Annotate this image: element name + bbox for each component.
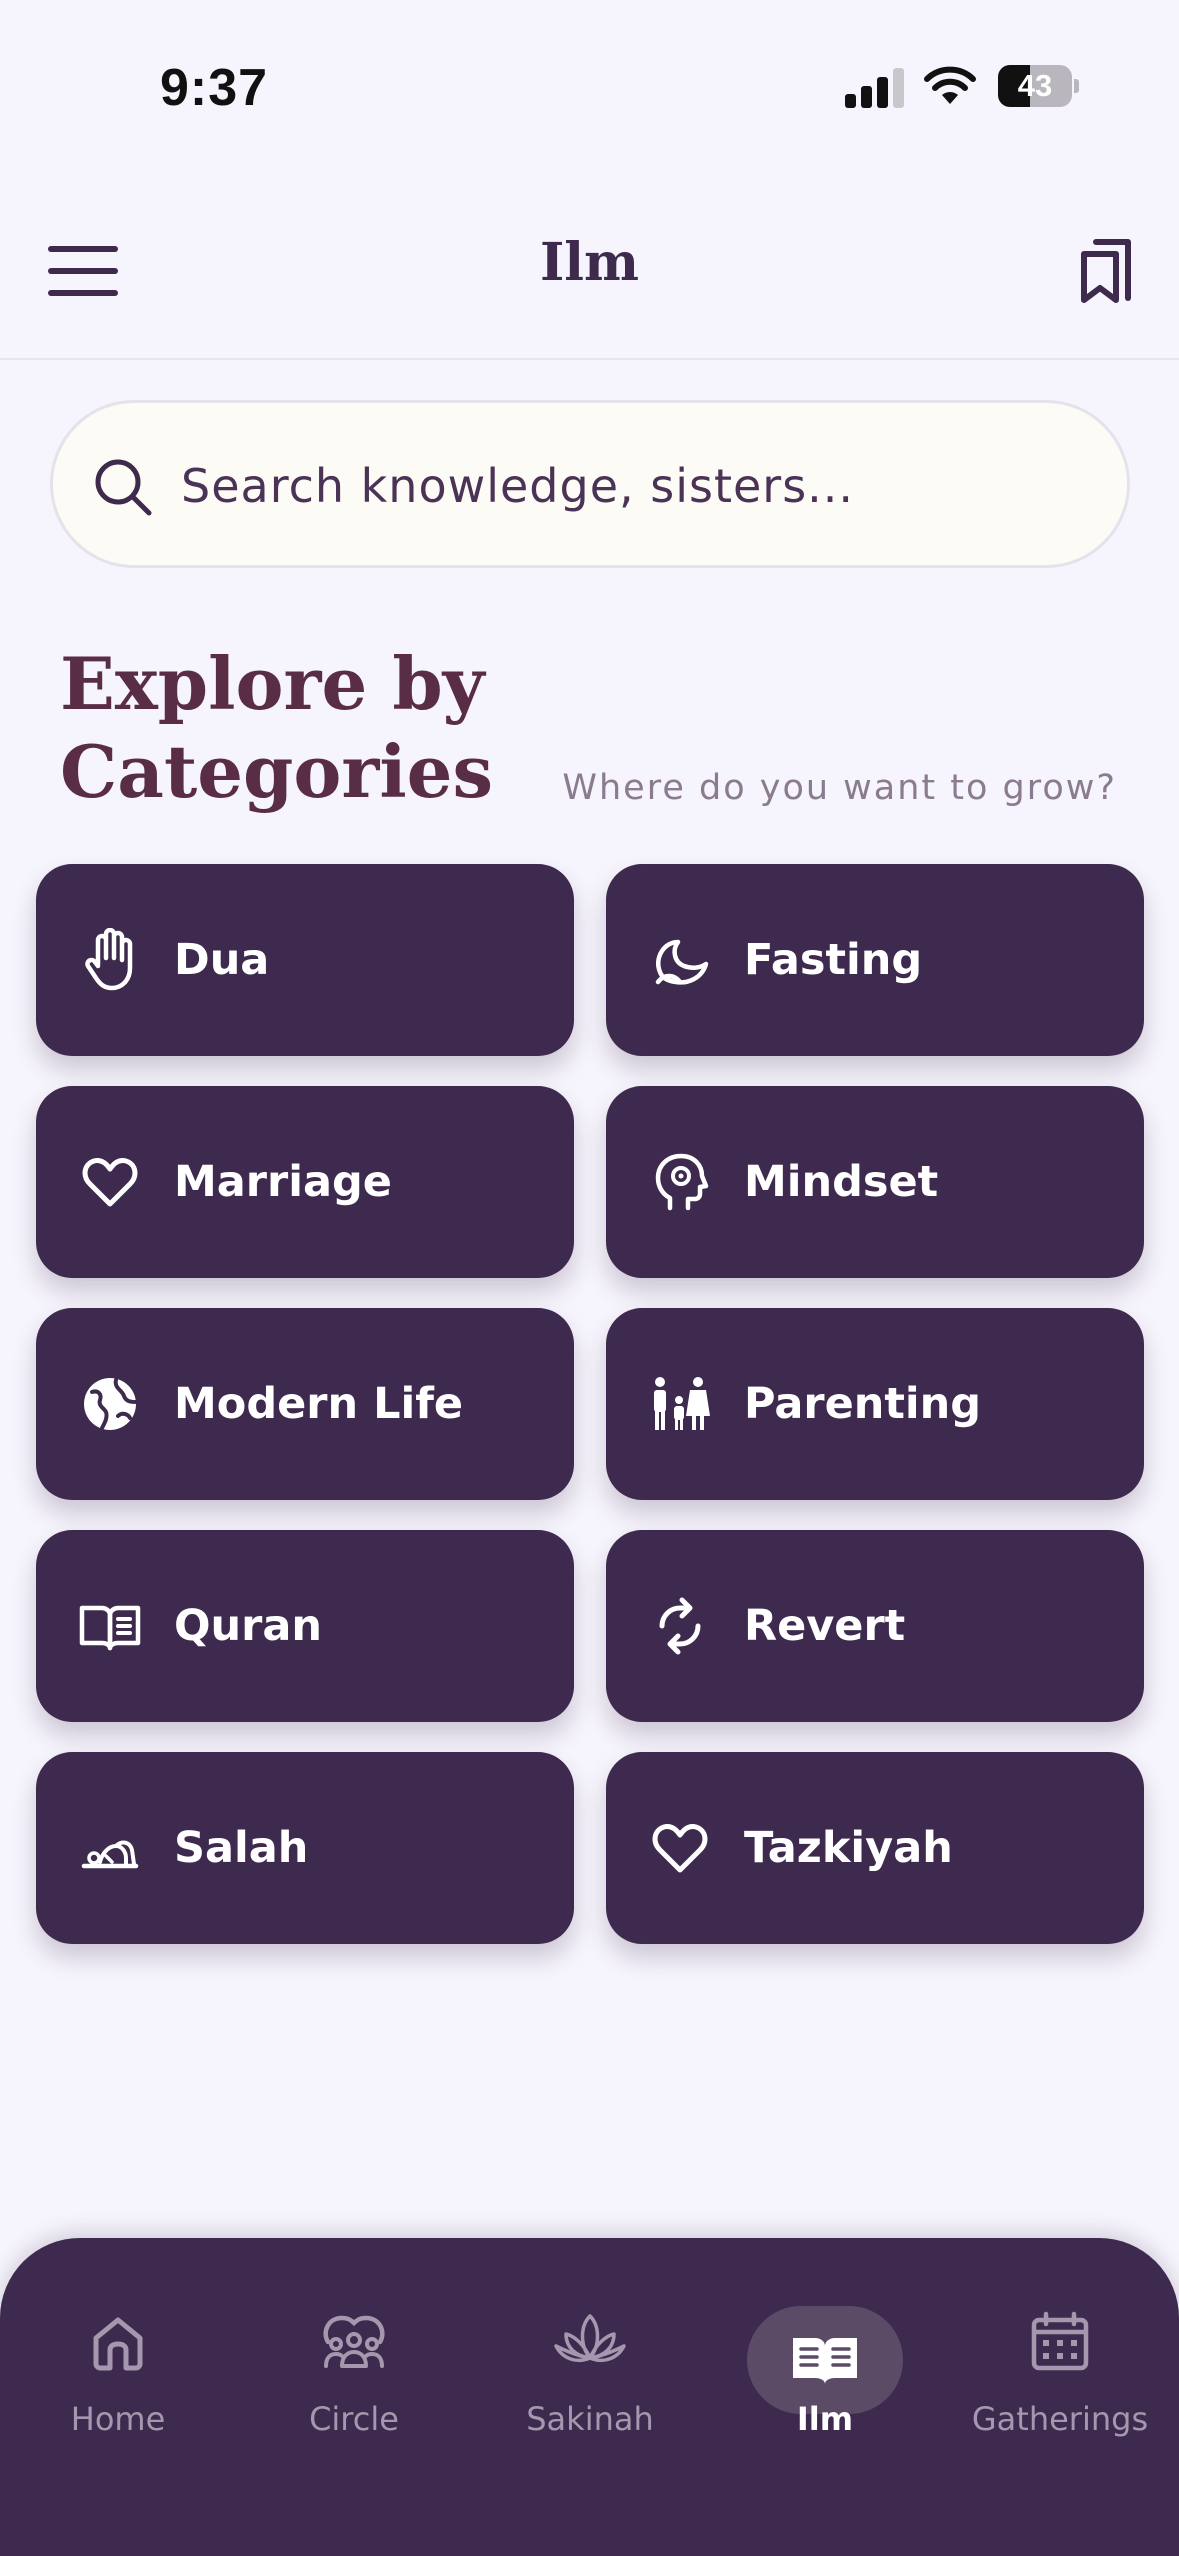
category-revert[interactable]: Revert — [606, 1530, 1144, 1722]
category-dua[interactable]: Dua — [36, 864, 574, 1056]
tab-sakinah[interactable]: Sakinah — [490, 2278, 690, 2458]
open-book-icon — [79, 1605, 141, 1651]
category-label: Quran — [174, 1601, 323, 1651]
tab-gatherings[interactable]: Gatherings — [960, 2278, 1160, 2458]
heart-icon — [82, 1158, 138, 1207]
section-subtitle: Where do you want to grow? — [562, 768, 1117, 808]
globe-icon — [84, 1378, 138, 1430]
bottom-tab-bar: Home Circle Sakinah Ilm Gatherings — [0, 2238, 1179, 2556]
heart-icon — [652, 1824, 708, 1873]
category-salah[interactable]: Salah — [36, 1752, 574, 1944]
open-book-icon — [793, 2338, 857, 2384]
category-label: Mindset — [744, 1157, 939, 1207]
bookmarks-icon[interactable] — [1078, 238, 1134, 304]
search-bar[interactable] — [50, 400, 1130, 568]
tab-label: Gatherings — [971, 2400, 1149, 2438]
category-mindset[interactable]: Mindset — [606, 1086, 1144, 1278]
prayer-icon — [81, 1840, 139, 1869]
status-time: 9:37 — [160, 59, 269, 117]
category-marriage[interactable]: Marriage — [36, 1086, 574, 1278]
category-label: Salah — [174, 1823, 309, 1873]
refresh-arrows-icon — [659, 1597, 701, 1655]
category-label: Parenting — [744, 1379, 982, 1429]
category-fasting[interactable]: Fasting — [606, 864, 1144, 1056]
home-icon — [93, 2317, 143, 2371]
search-input[interactable] — [181, 443, 1081, 529]
search-icon — [95, 459, 152, 516]
category-tazkiyah[interactable]: Tazkiyah — [606, 1752, 1144, 1944]
battery-level: 43 — [1017, 68, 1053, 103]
app-header: Ilm — [0, 200, 1179, 360]
tab-label: Ilm — [796, 2400, 854, 2438]
tab-label: Sakinah — [526, 2400, 654, 2438]
tab-label: Circle — [309, 2400, 399, 2438]
tab-ilm[interactable]: Ilm — [725, 2278, 925, 2458]
tab-home[interactable]: Home — [18, 2278, 218, 2458]
cellular-signal-icon — [845, 68, 905, 108]
section-title: Explore by Categories — [60, 641, 494, 814]
category-parenting[interactable]: Parenting — [606, 1308, 1144, 1500]
calendar-icon — [1031, 2311, 1089, 2371]
category-label: Marriage — [174, 1157, 392, 1207]
wifi-icon — [924, 66, 976, 104]
tab-circle[interactable]: Circle — [254, 2278, 454, 2458]
crescent-moon-icon — [655, 939, 709, 985]
family-icon — [654, 1377, 710, 1430]
category-label: Revert — [744, 1601, 906, 1651]
battery-icon: 43 — [998, 65, 1079, 107]
ilm-screen: 9:37 43 Ilm Search knowledge, sisters...… — [0, 0, 1179, 2556]
status-bar: 9:37 43 — [0, 0, 1179, 150]
page-title: Ilm — [539, 232, 640, 293]
category-label: Tazkiyah — [744, 1823, 953, 1873]
category-modern-life[interactable]: Modern Life — [36, 1308, 574, 1500]
group-icon — [323, 2315, 385, 2368]
category-label: Modern Life — [174, 1379, 464, 1429]
head-gear-icon — [655, 1153, 709, 1211]
category-quran[interactable]: Quran — [36, 1530, 574, 1722]
tab-label: Home — [70, 2400, 166, 2438]
category-label: Dua — [174, 935, 270, 985]
raised-hand-icon — [85, 928, 133, 991]
category-label: Fasting — [744, 935, 923, 985]
lotus-icon — [554, 2314, 626, 2363]
